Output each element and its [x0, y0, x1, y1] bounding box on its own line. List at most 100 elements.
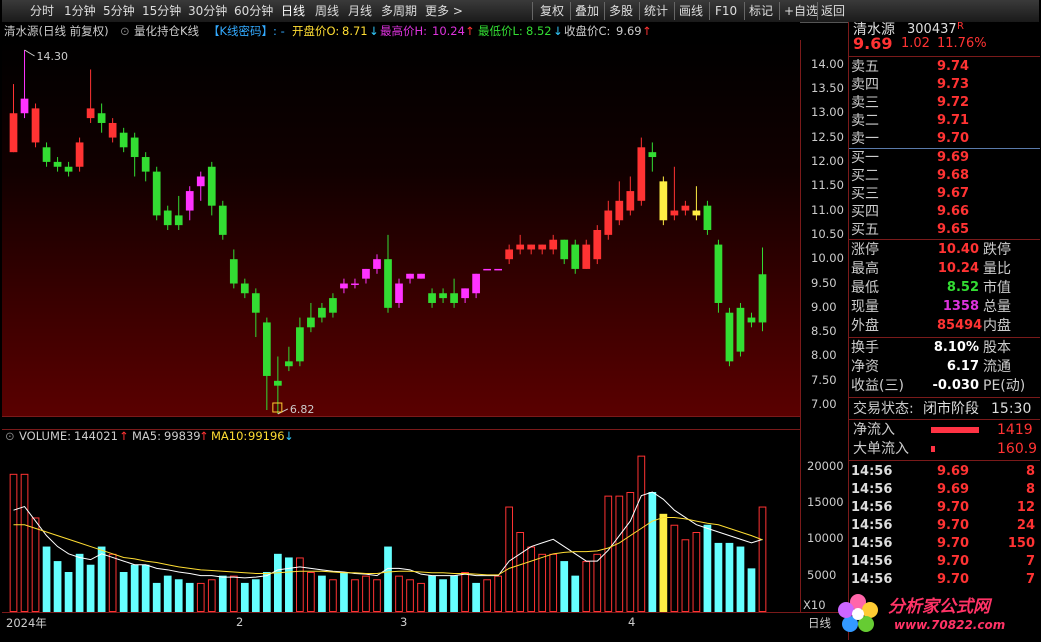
candle-body: [692, 210, 701, 216]
high-label: 最高价H:: [380, 24, 428, 38]
multi-stock-button[interactable]: 多股: [609, 3, 633, 19]
stat-value: 10.40: [937, 242, 979, 257]
stat-label: 最低: [851, 280, 879, 296]
candle-body: [681, 205, 690, 211]
back-button[interactable]: 返回: [821, 3, 845, 19]
volume-bar: [20, 473, 29, 612]
period-tab-15min[interactable]: 15分钟: [142, 3, 181, 19]
stock-period-label: 清水源(日线 前复权): [4, 24, 109, 38]
stat2-label: 收益(三): [851, 378, 904, 394]
mark-button[interactable]: 标记: [749, 3, 773, 19]
period-tab-more[interactable]: 更多 >: [425, 3, 463, 19]
volume-bar: [538, 553, 547, 612]
period-tab-monthly[interactable]: 月线: [348, 3, 372, 19]
volume-bar: [141, 564, 150, 612]
volume-bar: [329, 579, 337, 612]
ask-level-label: 卖二: [851, 113, 879, 129]
price-tick-label: 8.00: [811, 348, 837, 363]
stat-value: 1358: [942, 299, 979, 314]
period-tab-30min[interactable]: 30分钟: [188, 3, 227, 19]
period-tab-multi[interactable]: 多周期: [381, 3, 417, 19]
high-value: 10.24: [432, 24, 465, 38]
period-tab-timeshare[interactable]: 分时: [30, 3, 54, 19]
indicator-name[interactable]: 量化持仓K线: [134, 22, 199, 40]
candle-body: [64, 166, 73, 172]
bid-level-label: 买五: [851, 222, 879, 238]
candle-body: [141, 157, 150, 172]
volume-chart[interactable]: [2, 446, 800, 612]
volume-bar: [417, 582, 425, 612]
app-window: 分时 1分钟 5分钟 15分钟 30分钟 60分钟 日线 周线 月线 多周期 更…: [0, 0, 1041, 642]
volume-tick-label: 20000: [807, 458, 844, 473]
candle-body: [406, 273, 414, 279]
volume-bar: [615, 495, 624, 612]
draw-line-button[interactable]: 画线: [679, 3, 703, 19]
candle-body: [262, 322, 271, 376]
period-tab-weekly[interactable]: 周线: [315, 3, 339, 19]
date-axis: 2024年 2 3 4 日线: [2, 612, 847, 641]
volume-bar: [494, 575, 503, 612]
candle-body: [20, 98, 29, 114]
volume-tick-label: 5000: [807, 567, 837, 582]
adjust-button[interactable]: 复权: [540, 3, 564, 19]
price-axis: 14.00 13.50 13.00 12.50 12.00 11.50 11.00 10.50…: [800, 40, 848, 612]
price-tick-label: 10.00: [811, 251, 844, 266]
candle-body: [560, 239, 569, 260]
candle-body: [373, 259, 381, 269]
candle-body: [108, 122, 117, 138]
stat-value: 10.24: [937, 261, 979, 276]
candle-body: [31, 108, 40, 143]
volume-bar: [681, 539, 690, 612]
stat2-label: 换手: [851, 340, 879, 356]
ask-level-label: 卖五: [851, 59, 879, 75]
price-tick-label: 9.50: [811, 275, 837, 290]
kline-chart[interactable]: 14.30 6.82: [2, 40, 800, 416]
tick-volume: 12: [1016, 500, 1035, 515]
candle-body: [648, 152, 657, 158]
indicator-expand-icon[interactable]: ⊙: [120, 22, 130, 40]
ask-level-label: 卖三: [851, 95, 879, 111]
top-toolbar: 分时 1分钟 5分钟 15分钟 30分钟 60分钟 日线 周线 月线 多周期 更…: [2, 0, 1039, 23]
tick-volume: 8: [1025, 464, 1035, 479]
chart-divider: [2, 416, 847, 417]
volume-bar: [549, 553, 558, 612]
ask-price: 9.70: [937, 131, 970, 146]
period-tab-daily[interactable]: 日线: [281, 3, 305, 19]
candle-body: [417, 273, 425, 279]
volume-bar: [472, 582, 480, 612]
stat2-label: 净资: [851, 359, 879, 375]
candle-body: [461, 288, 469, 299]
period-indicator: 日线: [808, 616, 831, 630]
candle-body: [593, 230, 602, 260]
tick-price: 9.70: [937, 536, 970, 551]
volume-expand-icon[interactable]: ⊙: [5, 428, 15, 444]
period-tab-60min[interactable]: 60分钟: [234, 3, 273, 19]
volume-unit-label: X10: [803, 598, 826, 612]
candle-body: [240, 283, 249, 294]
tick-volume: 150: [1007, 536, 1035, 551]
ma5-value: 99839: [164, 429, 201, 443]
ask-level-label: 卖四: [851, 77, 879, 93]
volume-bar: [648, 492, 657, 612]
candle-body: [362, 268, 370, 279]
volume-bar: [670, 524, 679, 612]
volume-bar: [582, 561, 591, 612]
price-tick-label: 7.50: [811, 372, 837, 387]
period-tab-1min[interactable]: 1分钟: [64, 3, 96, 19]
ask-price: 9.74: [937, 59, 970, 74]
period-tab-5min[interactable]: 5分钟: [103, 3, 135, 19]
close-value: 9.69: [616, 24, 642, 38]
overlay-button[interactable]: 叠加: [575, 3, 599, 19]
add-watchlist-button[interactable]: +自选: [784, 3, 818, 19]
candle-body: [97, 113, 106, 123]
statistics-button[interactable]: 统计: [644, 3, 668, 19]
candle-body: [571, 244, 580, 269]
f10-button[interactable]: F10: [715, 3, 737, 19]
candle-body: [185, 191, 194, 211]
volume-bar: [384, 546, 392, 612]
candle-body: [152, 171, 161, 216]
volume-bar: [340, 572, 348, 612]
candle-body: [582, 244, 591, 269]
candle-body: [307, 317, 315, 328]
candle-body: [318, 307, 326, 318]
